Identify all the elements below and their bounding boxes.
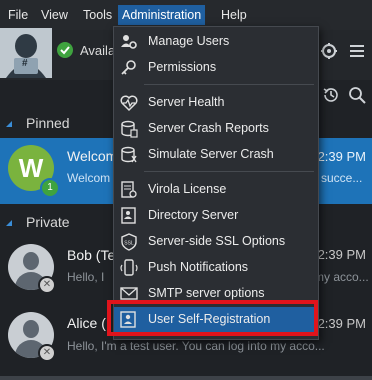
menu-item-label: Directory Server <box>148 208 239 222</box>
menu-item-server-health[interactable]: Server Health <box>114 90 318 116</box>
database-crash-icon <box>121 146 137 163</box>
menu-hamburger-icon[interactable] <box>350 44 364 58</box>
menu-separator <box>144 84 314 85</box>
online-status-icon[interactable] <box>57 42 73 58</box>
license-icon <box>121 181 137 198</box>
avatar-head <box>23 320 39 338</box>
offline-status-icon: ✕ <box>38 344 56 362</box>
menu-item-ssl-options[interactable]: SSL Server-side SSL Options <box>114 229 318 255</box>
collapse-private-icon[interactable] <box>6 220 12 226</box>
menu-file[interactable]: File <box>4 5 32 25</box>
gear-icon[interactable] <box>320 42 338 60</box>
menu-item-push-notifications[interactable]: Push Notifications <box>114 255 318 281</box>
menu-item-label: SMTP server options <box>148 286 265 300</box>
history-icon[interactable] <box>322 86 340 104</box>
horizontal-scrollbar[interactable] <box>0 376 372 380</box>
users-gear-icon <box>121 35 137 49</box>
chat-name: Welcom <box>67 148 118 164</box>
database-report-icon <box>121 120 138 138</box>
menu-item-permissions[interactable]: Permissions <box>114 55 318 81</box>
menu-item-label: Push Notifications <box>148 260 249 274</box>
highlight-annotation <box>107 300 318 336</box>
status-text[interactable]: Availa <box>80 43 115 58</box>
menu-item-virola-license[interactable]: Virola License <box>114 177 318 203</box>
chat-preview-tail: succe... <box>321 171 363 185</box>
menu-item-server-crash-reports[interactable]: Server Crash Reports <box>114 116 318 142</box>
menu-item-label: Server-side SSL Options <box>148 234 286 248</box>
private-section-label: Private <box>26 214 70 230</box>
search-icon[interactable] <box>348 86 366 104</box>
directory-icon <box>121 207 136 224</box>
avatar-symbol: # <box>22 58 28 69</box>
chat-time: 2:39 PM <box>317 149 366 164</box>
chat-preview-tail: my acco... <box>314 270 369 284</box>
pinned-section-label: Pinned <box>26 115 70 131</box>
hacker-avatar-icon <box>0 28 52 78</box>
menu-item-directory-server[interactable]: Directory Server <box>114 203 318 229</box>
menu-administration[interactable]: Administration <box>118 5 206 25</box>
heart-pulse-icon <box>120 95 138 112</box>
svg-text:SSL: SSL <box>124 241 134 247</box>
menu-item-label: Manage Users <box>148 34 230 48</box>
administration-dropdown: Manage Users Permissions Server Health S… <box>113 26 319 340</box>
menu-item-label: Server Health <box>148 95 225 109</box>
menu-item-label: Permissions <box>148 60 217 74</box>
avatar-head <box>23 252 39 270</box>
unread-badge: 1 <box>40 178 60 198</box>
chat-preview: Hello, I <box>67 270 105 284</box>
chat-preview: Hello, I'm a test user. You can log into… <box>67 339 325 353</box>
collapse-pinned-icon[interactable] <box>6 121 12 127</box>
menu-item-simulate-server-crash[interactable]: Simulate Server Crash <box>114 142 318 168</box>
my-avatar[interactable]: # <box>0 28 52 78</box>
push-icon <box>120 259 138 276</box>
menu-view[interactable]: View <box>37 5 72 25</box>
chat-preview: Welcom <box>67 171 111 185</box>
menu-item-label: Virola License <box>148 182 227 196</box>
chat-time: 2:39 PM <box>317 247 366 262</box>
menu-item-label: Simulate Server Crash <box>148 147 274 161</box>
menu-help[interactable]: Help <box>217 5 251 25</box>
chat-name[interactable]: Alice ( <box>67 315 106 331</box>
menu-tools[interactable]: Tools <box>79 5 116 25</box>
chat-name[interactable]: Bob (Te <box>67 247 115 263</box>
key-icon <box>121 60 136 75</box>
chat-time: 2:39 PM <box>317 316 366 331</box>
menu-separator <box>144 171 314 172</box>
menu-item-label: Server Crash Reports <box>148 121 269 135</box>
menu-item-manage-users[interactable]: Manage Users <box>114 29 318 55</box>
ssl-icon: SSL <box>121 233 137 251</box>
offline-status-icon: ✕ <box>38 276 56 294</box>
